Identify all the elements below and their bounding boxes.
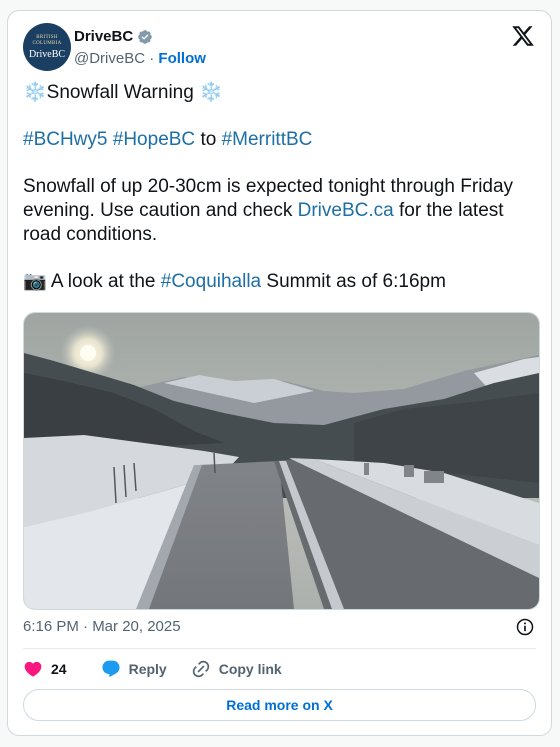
avatar-crest-text: BRITISH COLUMBIA [32,34,62,46]
link-icon [192,660,209,678]
snowflake-icon: ❄️ [23,82,47,103]
author-name[interactable]: DriveBC [74,28,133,45]
like-button[interactable]: 24 [23,659,67,679]
look-text: Summit as of 6:16pm [261,271,446,292]
tweet-camera-line: 📷 A look at the #Coquihalla Summit as of… [23,270,543,294]
tweet-body: Snowfall of up 20-30cm is expected tonig… [23,175,543,247]
to-text: to [200,129,217,150]
tweet-image[interactable] [23,312,540,610]
separator-dot: · [149,50,155,67]
like-count: 24 [51,661,67,677]
info-icon[interactable] [515,617,535,637]
hashtag-link[interactable]: #Coquihalla [161,271,261,292]
copy-link-label: Copy link [218,661,282,677]
reply-bubble-icon [102,660,120,678]
divider [23,648,536,649]
camera-icon: 📷 [23,271,47,292]
handle-row: @DriveBC · Follow [74,50,206,67]
reply-label: Reply [128,661,167,677]
author-name-row[interactable]: DriveBC [74,28,153,45]
tweet-title-line: ❄️Snowfall Warning ❄️ [23,81,543,105]
tweet-hashtag-line: #BCHwy5 #HopeBC to #MerrittBC [23,128,543,152]
highway-webcam-image [24,313,539,609]
avatar[interactable]: BRITISH COLUMBIA DriveBC [23,23,71,71]
tweet-card: BRITISH COLUMBIA DriveBC DriveBC @DriveB… [7,10,552,736]
hashtag-link[interactable]: #MerrittBC [222,129,313,150]
avatar-logo-text: DriveBC [28,48,66,60]
x-logo-icon[interactable] [511,24,535,48]
hashtag-link[interactable]: #BCHwy5 [23,129,107,150]
heart-icon [24,661,42,677]
drivebc-link[interactable]: DriveBC.ca [298,200,394,221]
tweet-text: ❄️Snowfall Warning ❄️ #BCHwy5 #HopeBC to… [23,81,543,317]
read-more-button[interactable]: Read more on X [23,689,536,721]
tweet-title: Snowfall Warning [46,82,194,103]
hashtag-link[interactable]: #HopeBC [113,129,195,150]
tweet-timestamp[interactable]: 6:16 PM · Mar 20, 2025 [23,618,181,635]
action-bar: 24 Reply Copy link [23,657,306,681]
reply-button[interactable]: Reply [101,659,167,679]
snowflake-icon: ❄️ [199,82,223,103]
copy-link-button[interactable]: Copy link [191,659,282,679]
follow-button[interactable]: Follow [158,50,206,67]
author-handle[interactable]: @DriveBC [74,50,145,67]
look-text: A look at the [46,271,161,292]
verified-badge-icon [138,29,153,44]
